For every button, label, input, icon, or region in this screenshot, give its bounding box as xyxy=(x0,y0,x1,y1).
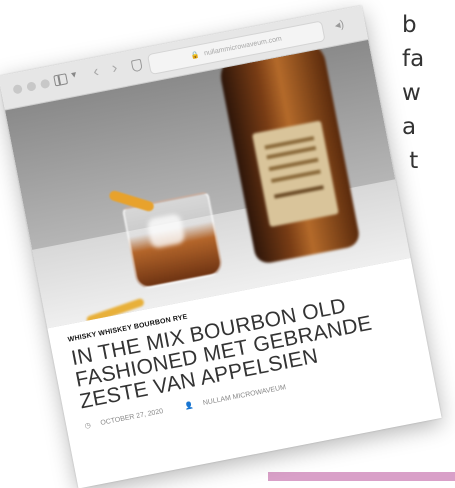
sidebar-toggle-icon[interactable] xyxy=(53,73,69,87)
clock-icon: ◷ xyxy=(84,421,92,431)
window-zoom-dot[interactable] xyxy=(39,78,51,90)
date-text: OCTOBER 27, 2020 xyxy=(99,407,164,427)
background-text: b fa w a t xyxy=(402,12,425,174)
lock-icon: 🔒 xyxy=(190,51,201,61)
back-arrow-icon[interactable]: ‹ xyxy=(92,63,101,82)
url-text: nullammicrowaveum.com xyxy=(203,35,283,58)
speaker-icon[interactable]: ◂) xyxy=(334,17,345,32)
window-close-dot[interactable] xyxy=(12,83,23,95)
shield-icon[interactable] xyxy=(130,58,143,73)
chevron-down-icon[interactable]: ▾ xyxy=(71,69,78,81)
accent-bar xyxy=(268,472,455,481)
browser-screenshot-card: ▾ ‹ › 🔒 nullammicrowaveum.com ◂) WHISKY … xyxy=(0,5,442,488)
user-icon: 👤 xyxy=(183,402,194,411)
forward-arrow-icon[interactable]: › xyxy=(110,59,119,78)
window-minimize-dot[interactable] xyxy=(26,81,37,92)
